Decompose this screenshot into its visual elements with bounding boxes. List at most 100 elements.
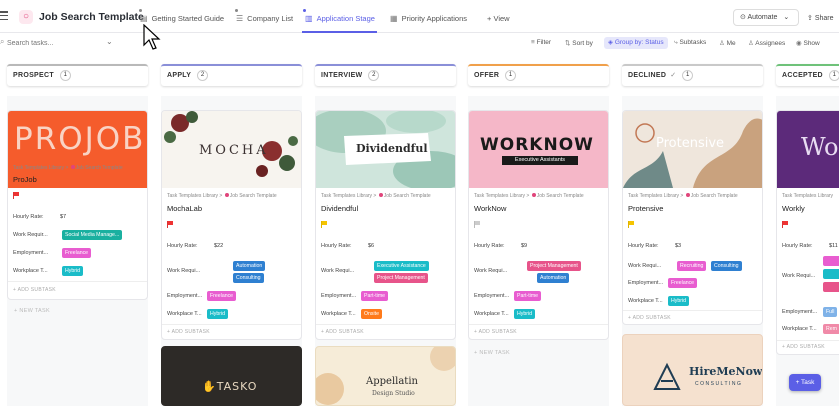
work-requirement-tag[interactable] [823, 269, 839, 279]
assignees-button[interactable]: ♙ Assignees [748, 39, 785, 47]
priority-flag-icon[interactable] [321, 221, 327, 228]
filter-button[interactable]: ≡ Filter [531, 39, 551, 46]
work-requirement-tag[interactable]: Project Management [374, 273, 428, 283]
workplace-tag[interactable]: Hybrid [62, 266, 83, 276]
column-header-accepted[interactable]: ACCEPTED 1 [776, 64, 839, 86]
task-card-hiremenow[interactable]: HireMeNow CONSULTING [622, 334, 763, 406]
employment-tag[interactable]: Part-time [514, 291, 542, 301]
task-card-workly[interactable]: Wo Task Templates Library Workly Hourly … [776, 110, 839, 355]
subtasks-icon: ⤷ [674, 39, 678, 46]
priority-flag-icon[interactable] [13, 192, 19, 199]
share-label: Share [814, 15, 834, 22]
drag-handle-icon [303, 9, 306, 12]
mouse-cursor-icon [143, 24, 161, 50]
hourly-rate-value[interactable]: $3 [675, 243, 681, 249]
task-card-projob[interactable]: PROJOB Task Templates Library > Job Sear… [7, 110, 148, 300]
priority-flag-icon[interactable] [628, 221, 634, 228]
task-name[interactable]: Dividendful [321, 204, 358, 213]
work-requirement-tag[interactable]: Executive Assistance [374, 261, 429, 271]
share-button[interactable]: ⇪ Share [807, 14, 834, 22]
cover-logo-text: MOCHA [199, 143, 269, 158]
tab-label: Getting Started Guide [151, 14, 225, 23]
filter-icon: ≡ [531, 39, 535, 46]
column-header-apply[interactable]: APPLY 2 [161, 64, 302, 86]
employment-tag[interactable]: Freelance [62, 248, 92, 258]
task-card-worknow[interactable]: WORKNOW Executive Assistants Task Templa… [468, 110, 609, 340]
employment-tag[interactable]: Part-time [361, 291, 389, 301]
hourly-rate-value[interactable]: $7 [60, 214, 66, 220]
task-name[interactable]: ProJob [13, 175, 37, 184]
column-header-prospect[interactable]: PROSPECT 1 [7, 64, 148, 86]
column-header-interview[interactable]: INTERVIEW 2 [315, 64, 456, 86]
add-subtask-button[interactable]: + ADD SUBTASK [167, 329, 210, 335]
priority-flag-icon[interactable] [782, 221, 788, 228]
hourly-rate-value[interactable]: $11 [829, 243, 838, 249]
card-cover-image: Wo [777, 111, 839, 188]
divider [469, 324, 608, 325]
breadcrumb: Task Templates Library > Job Search Temp… [13, 165, 123, 171]
task-card-mochalab[interactable]: MOCHA Task Templates Library > Job Searc… [161, 110, 302, 340]
work-requirement-tag[interactable]: Project Management [527, 261, 581, 271]
cover-logo-text: Protensive [656, 136, 725, 151]
menu-icon[interactable] [0, 11, 10, 21]
work-requirement-tag[interactable]: Automation [537, 273, 570, 283]
template-icon: ○ [19, 10, 33, 24]
work-requirement-tag[interactable]: Consulting [233, 273, 264, 283]
new-task-button[interactable]: + NEW TASK [474, 350, 510, 356]
employment-tag[interactable]: Full [823, 307, 838, 317]
tab-label: Priority Applications [401, 14, 468, 23]
tab-company-list[interactable]: ☰ Company List [236, 14, 293, 23]
work-requirement-tag[interactable]: Recruiting [677, 261, 707, 271]
add-subtask-button[interactable]: + ADD SUBTASK [628, 315, 671, 321]
chevron-down-icon[interactable]: ⌄ [106, 37, 113, 46]
column-header-offer[interactable]: OFFER 1 [468, 64, 609, 86]
task-card-appellatin[interactable]: Appellatin Design Studio [315, 346, 456, 406]
search-input[interactable] [7, 36, 102, 50]
add-task-fab[interactable]: + Task [789, 374, 821, 391]
hourly-rate-value[interactable]: $9 [521, 243, 527, 249]
card-cover-image: MOCHA [162, 111, 301, 188]
task-name[interactable]: Workly [782, 204, 805, 213]
employment-tag[interactable]: Freelance [668, 278, 698, 288]
hourly-rate-value[interactable]: $6 [368, 243, 374, 249]
column-count: 2 [368, 69, 380, 81]
workplace-tag[interactable]: Rem [823, 324, 839, 334]
group-by-button[interactable]: ◈ Group by: Status [604, 37, 668, 49]
priority-flag-icon[interactable] [167, 221, 173, 228]
workplace-tag[interactable]: Onsite [361, 309, 382, 319]
task-name[interactable]: Protensive [628, 204, 663, 213]
priority-flag-icon[interactable] [474, 221, 480, 228]
work-requirement-tag[interactable] [823, 282, 839, 292]
me-button[interactable]: ♙ Me [719, 39, 736, 47]
task-name[interactable]: WorkNow [474, 204, 506, 213]
tab-application-stage[interactable]: ▥ Application Stage [305, 14, 375, 23]
subtasks-button[interactable]: ⤷ Subtasks [674, 39, 706, 47]
employment-tag[interactable]: Freelance [207, 291, 237, 301]
add-subtask-button[interactable]: + ADD SUBTASK [13, 287, 56, 293]
add-subtask-button[interactable]: + ADD SUBTASK [474, 329, 517, 335]
group-label: Group by: Status [614, 39, 664, 46]
workplace-tag[interactable]: Hybrid [207, 309, 228, 319]
workplace-tag[interactable]: Hybrid [514, 309, 535, 319]
tab-getting-started-guide[interactable]: ▤ Getting Started Guide [140, 14, 224, 23]
work-requirement-tag[interactable]: Automation [233, 261, 266, 271]
task-card-protensive[interactable]: Protensive Task Templates Library > Job … [622, 110, 763, 325]
hourly-rate-value[interactable]: $22 [214, 243, 223, 249]
page-title[interactable]: Job Search Template [39, 11, 144, 23]
column-header-declined[interactable]: DECLINED ✓ 1 [622, 64, 763, 86]
work-requirement-tag[interactable]: Consulting [711, 261, 742, 271]
new-task-button[interactable]: + NEW TASK [14, 308, 50, 314]
workplace-tag[interactable]: Hybrid [668, 296, 689, 306]
work-requirement-tag[interactable]: Social Media Manage... [62, 230, 123, 240]
add-view-button[interactable]: + View [487, 14, 510, 23]
work-requirement-tag[interactable] [823, 256, 839, 266]
add-subtask-button[interactable]: + ADD SUBTASK [782, 344, 825, 350]
task-name[interactable]: MochaLab [167, 204, 202, 213]
task-card-tasko[interactable]: ✋TASKO [161, 346, 302, 406]
add-subtask-button[interactable]: + ADD SUBTASK [321, 329, 364, 335]
tab-priority-applications[interactable]: ▦ Priority Applications [390, 14, 467, 23]
sort-button[interactable]: ⇅ Sort by [565, 39, 593, 47]
task-card-dividendful[interactable]: Dividendful Task Templates Library > Job… [315, 110, 456, 340]
automate-button[interactable]: ⊙ Automate ⌄ [733, 9, 799, 26]
show-button[interactable]: ◉ Show [796, 39, 820, 47]
